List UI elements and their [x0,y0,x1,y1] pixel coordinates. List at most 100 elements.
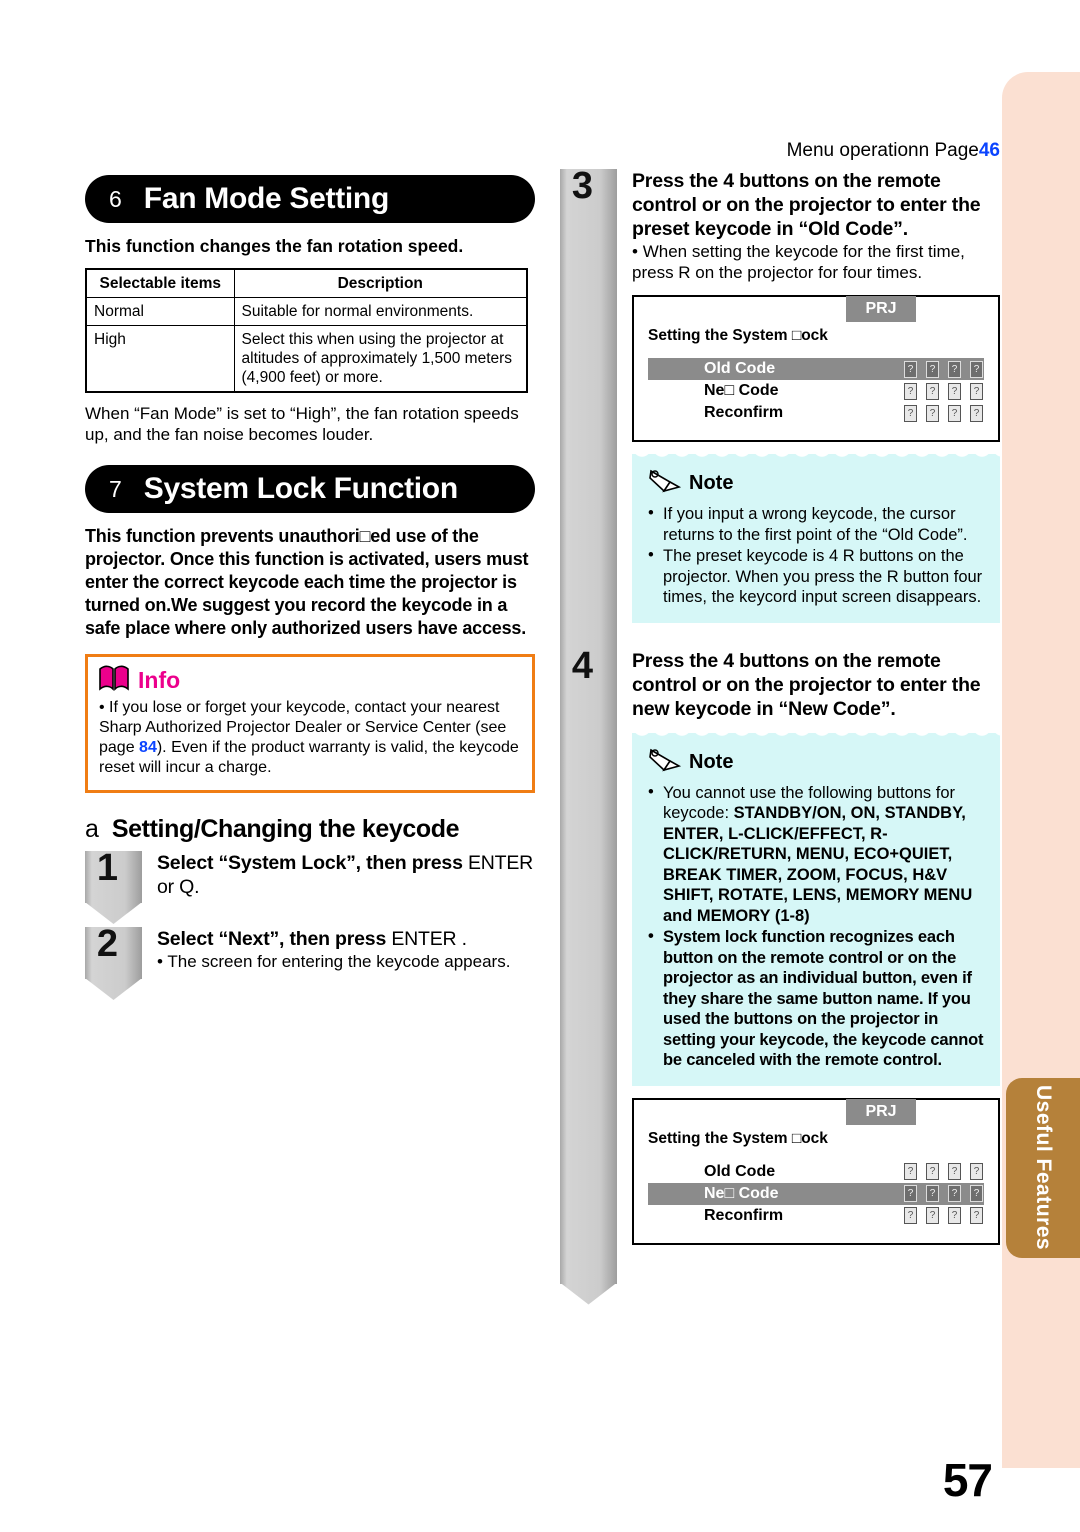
osd-dialog-old-code: PRJ Setting the System □ock Old Code ? ?… [632,295,1000,442]
step-number: 4 [571,644,594,687]
osd-code-fields[interactable]: ? ? ? ? [904,360,983,378]
note-label: Note [689,472,734,494]
osd-code-fields[interactable]: ? ? ? ? [904,382,983,400]
osd-row-label: Ne□ Code [704,1184,779,1202]
code-digit[interactable]: ? [904,360,917,378]
heading-title: System Lock Function [143,472,458,505]
code-digit[interactable]: ? [904,1163,917,1180]
step-2-title: Select “Next”, then press ENTER . [157,927,535,951]
osd-row-new-code[interactable]: Ne□ Code ? ? ? ? [648,1182,984,1205]
info-body: • If you lose or forget your keycode, co… [99,699,519,776]
code-digit[interactable]: ? [948,1207,961,1224]
fan-mode-table: Selectable items Description Normal Suit… [85,268,528,393]
heading-fan-mode-setting: 6 Fan Mode Setting [85,175,535,223]
note-item: You cannot use the following buttons for… [648,782,986,927]
osd-row-reconfirm[interactable]: Reconfirm ? ? ? ? [648,1205,984,1227]
code-digit[interactable]: ? [970,404,983,422]
note-box-2: Note You cannot use the following button… [632,723,1000,1086]
step-sub-text: When setting the keycode for the first t… [632,242,965,282]
osd-dialog-new-code: PRJ Setting the System □ock Old Code ? ?… [632,1097,1000,1245]
osd-row-label: Reconfirm [704,1206,784,1224]
heading-title: Fan Mode Setting [143,182,390,215]
osd-code-fields[interactable]: ? ? ? ? [904,1163,983,1180]
table-row: High Select this when using the projecto… [85,325,528,393]
table-header-row: Selectable items Description [85,268,528,298]
code-digit[interactable]: ? [926,360,939,378]
note-list: If you input a wrong keycode, the cursor… [648,503,986,608]
step-title-keys: ENTER . [391,928,467,950]
prj-badge: PRJ [846,1098,916,1125]
step-3-title: Press the 4 buttons on the remote contro… [632,170,981,240]
cell-description: Suitable for normal environments. [233,297,528,326]
note-item: System lock function recognizes each but… [648,926,986,1071]
osd-code-fields[interactable]: ? ? ? ? [904,1185,983,1202]
fan-mode-lead: This function changes the fan rotation s… [85,236,464,256]
code-digit[interactable]: ? [948,1185,961,1202]
code-digit[interactable]: ? [970,1185,983,1202]
info-text-after: ). Even if the product warranty is valid… [99,739,519,776]
step-1-title: Select “System Lock”, then press ENTER o… [157,851,535,899]
code-digit[interactable]: ? [948,382,961,400]
code-digit[interactable]: ? [926,382,939,400]
info-page-ref: 84 [139,739,157,756]
page-number: 57 [942,1454,993,1506]
code-digit[interactable]: ? [970,382,983,400]
osd-row-new-code[interactable]: Ne□ Code ? ? ? ? [648,380,984,402]
step-3-sub: • When setting the keycode for the first… [632,242,965,282]
code-digit[interactable]: ? [948,1163,961,1180]
step-sub-text: The screen for entering the keycode appe… [167,952,511,971]
menu-operation-ref: Menu operationn Page46 [560,140,1000,162]
step-number: 3 [571,165,594,207]
code-digit[interactable]: ? [926,1185,939,1202]
code-digit[interactable]: ? [904,1207,917,1224]
book-icon [99,665,129,696]
osd-row-reconfirm[interactable]: Reconfirm ? ? ? ? [648,402,984,424]
header-text: Selectable items [99,275,221,292]
table-header-selectable-items: Selectable items [85,268,235,298]
left-column: 6 Fan Mode Setting This function changes… [85,175,535,979]
osd-row-old-code[interactable]: Old Code ? ? ? ? [648,1161,984,1183]
code-digit[interactable]: ? [926,1207,939,1224]
code-digit[interactable]: ? [904,1185,917,1202]
osd-code-fields[interactable]: ? ? ? ? [904,404,983,422]
code-digit[interactable]: ? [970,1163,983,1180]
code-digit[interactable]: ? [970,1207,983,1224]
osd-row-label: Reconfirm [704,404,784,421]
note-item: The preset keycode is 4 R buttons on the… [648,545,986,608]
code-digit[interactable]: ? [904,382,917,400]
code-digit[interactable]: ? [904,404,917,422]
code-digit[interactable]: ? [926,404,939,422]
note-item-buttons: STANDBY/ON, ON, STANDBY, ENTER, L-CLICK/… [663,804,973,925]
step-arrow: 4 [560,645,617,1284]
table-header-description: Description [233,268,528,298]
table-row: Normal Suitable for normal environments. [85,297,528,326]
section-tab-useful-features: Useful Features [1006,1078,1080,1258]
osd-row-label: Old Code [704,360,776,377]
code-digit[interactable]: ? [948,404,961,422]
step-1: 1 Select “System Lock”, then press ENTER… [85,847,535,903]
osd-title: Setting the System □ock [648,327,828,344]
heading-system-lock-function: 7 System Lock Function [85,465,535,513]
step-arrow: 2 [85,923,142,979]
info-box: Info • If you lose or forget your keycod… [85,654,535,793]
step-arrow: 1 [85,847,142,903]
step-3: 3 Press the 4 buttons on the remote cont… [560,165,1000,674]
code-digit[interactable]: ? [948,360,961,378]
heading-number: 6 [109,185,122,212]
header-text: Description [337,275,423,292]
code-digit[interactable]: ? [970,360,983,378]
note-header: Note [648,468,986,499]
note-box-1: Note If you input a wrong keycode, the c… [632,445,1000,623]
heading-number: 7 [109,475,122,502]
osd-row-old-code[interactable]: Old Code ? ? ? ? [648,358,984,380]
step-title-bold: Select “System Lock”, then press [157,852,463,874]
note-label: Note [689,750,734,773]
osd-row-label: Old Code [704,1162,776,1180]
osd-title: Setting the System □ock [648,1129,828,1147]
step-2-sub: • The screen for entering the keycode ap… [157,952,511,971]
note-list: You cannot use the following buttons for… [648,782,986,1071]
pencil-icon [648,747,684,778]
note-item: If you input a wrong keycode, the cursor… [648,503,986,545]
osd-code-fields[interactable]: ? ? ? ? [904,1207,983,1224]
code-digit[interactable]: ? [926,1163,939,1180]
